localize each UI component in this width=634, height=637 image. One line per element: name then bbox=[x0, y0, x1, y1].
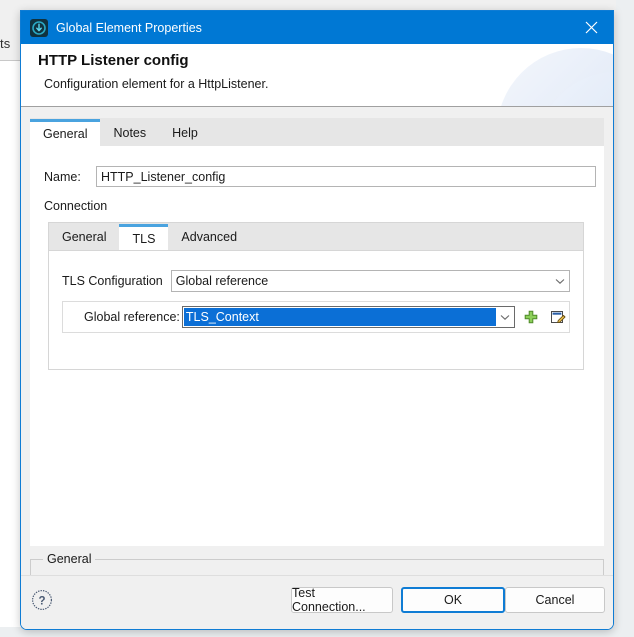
svg-text:?: ? bbox=[38, 595, 45, 607]
outer-tab-strip: General Notes Help bbox=[30, 118, 604, 147]
chevron-down-icon bbox=[551, 278, 569, 285]
close-icon[interactable] bbox=[569, 11, 613, 44]
tls-configuration-row: TLS Configuration Global reference bbox=[62, 270, 570, 292]
dialog-button-bar: ? Test Connection... OK Cancel bbox=[21, 575, 613, 629]
general-group-title: General bbox=[43, 552, 96, 566]
cancel-button[interactable]: Cancel bbox=[505, 587, 605, 613]
plus-icon[interactable] bbox=[520, 306, 542, 328]
test-connection-button[interactable]: Test Connection... bbox=[291, 586, 393, 614]
tls-configuration-select[interactable]: Global reference bbox=[170, 270, 570, 292]
general-tab-panel: Name: Connection General TLS Advanced TL… bbox=[30, 146, 604, 546]
dialog-title: Global Element Properties bbox=[56, 20, 202, 35]
dialog-header: HTTP Listener config Configuration eleme… bbox=[21, 44, 613, 107]
tls-configuration-label: TLS Configuration bbox=[62, 274, 163, 288]
connection-section-label: Connection bbox=[44, 199, 108, 213]
background-window-text: ts bbox=[0, 36, 11, 51]
chevron-down-icon bbox=[496, 314, 514, 321]
page-title: HTTP Listener config bbox=[38, 52, 189, 69]
connection-tab-strip: General TLS Advanced bbox=[48, 222, 584, 250]
tab-connection-general[interactable]: General bbox=[49, 224, 119, 250]
mule-config-icon bbox=[30, 18, 48, 37]
tab-help[interactable]: Help bbox=[159, 119, 211, 146]
global-reference-select[interactable]: TLS_Context bbox=[181, 306, 515, 328]
tab-connection-tls[interactable]: TLS bbox=[119, 224, 169, 250]
name-input[interactable] bbox=[96, 166, 596, 187]
global-reference-group: Global reference: TLS_Context bbox=[62, 301, 570, 333]
tls-tab-panel: TLS Configuration Global reference Globa… bbox=[48, 250, 584, 370]
global-reference-label: Global reference: bbox=[84, 310, 180, 324]
background-window-divider bbox=[0, 60, 22, 61]
dialog-titlebar[interactable]: Global Element Properties bbox=[21, 11, 613, 44]
name-label: Name: bbox=[44, 169, 81, 184]
help-circle-icon[interactable]: ? bbox=[31, 589, 53, 614]
tab-connection-advanced[interactable]: Advanced bbox=[168, 224, 250, 250]
name-row: Name: bbox=[44, 166, 596, 187]
tab-notes[interactable]: Notes bbox=[100, 119, 160, 146]
desktop-strip-right bbox=[616, 0, 634, 637]
dialog-body: General Notes Help Name: Connection Gene… bbox=[21, 107, 613, 629]
page-subtitle: Configuration element for a HttpListener… bbox=[44, 77, 269, 91]
tab-general[interactable]: General bbox=[30, 119, 101, 146]
tls-configuration-value: Global reference bbox=[175, 274, 269, 288]
global-element-properties-dialog: Global Element Properties HTTP Listener … bbox=[20, 10, 614, 630]
background-window-panel bbox=[0, 61, 22, 637]
edit-icon[interactable] bbox=[547, 306, 569, 328]
global-reference-value: TLS_Context bbox=[183, 308, 496, 326]
ok-button[interactable]: OK bbox=[401, 587, 505, 613]
